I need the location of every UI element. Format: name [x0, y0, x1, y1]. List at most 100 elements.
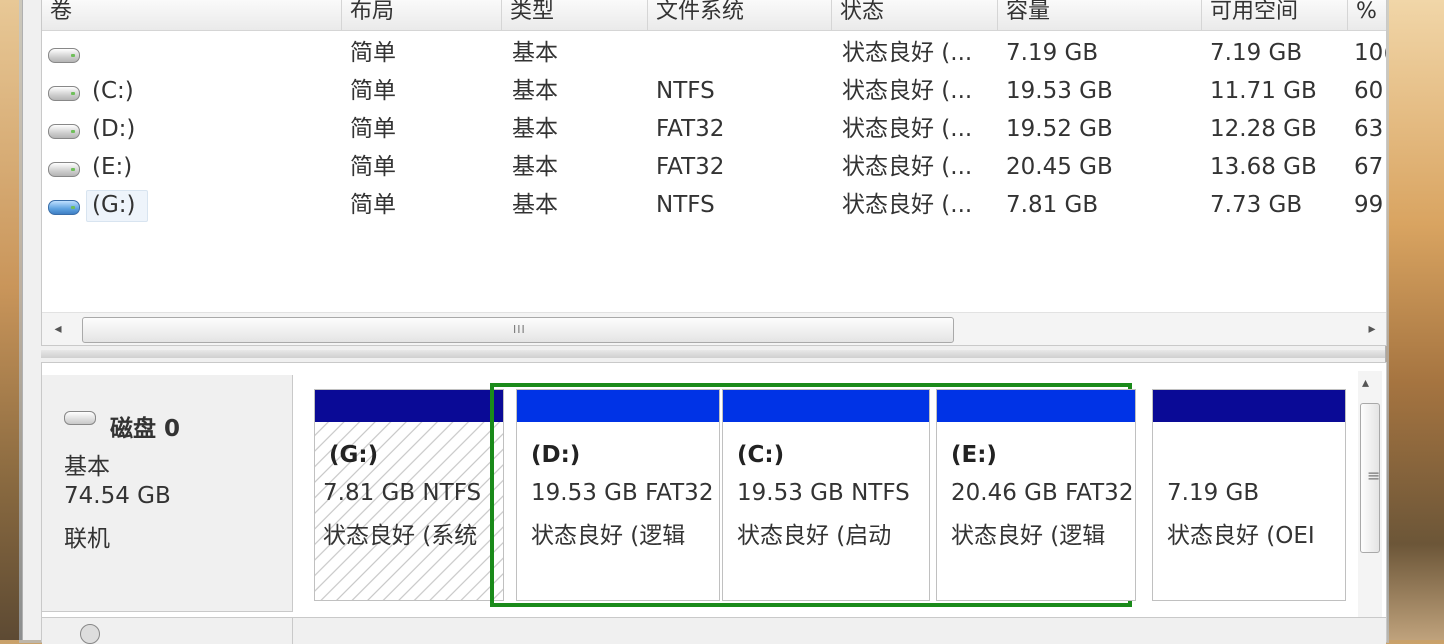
- partition-status: 状态良好 (逻辑: [951, 523, 1106, 549]
- type-cell: 基本: [512, 154, 558, 180]
- column-header-volume[interactable]: 卷: [42, 0, 342, 30]
- table-row[interactable]: (C:) 简单 基本 NTFS 状态良好 (... 19.53 GB 11.71…: [42, 72, 1386, 110]
- volume-name: (E:): [92, 154, 133, 180]
- drive-icon: [48, 162, 80, 177]
- column-header-capacity[interactable]: 容量: [998, 0, 1202, 30]
- capacity-cell: 20.45 GB: [1006, 154, 1113, 180]
- pane-splitter[interactable]: [41, 350, 1385, 358]
- status-cell: 状态良好 (...: [842, 116, 973, 142]
- disk-type: 基本: [64, 454, 110, 480]
- partition-oem[interactable]: 7.19 GB 状态良好 (OEI: [1152, 389, 1346, 601]
- filesystem-cell: FAT32: [656, 116, 725, 142]
- cd-drive-icon: [80, 624, 100, 644]
- disk-management-window: 卷 布局 类型 文件系统 状态 容量 可用空间 % 简单 基本 状态良好 (..…: [22, 0, 1387, 644]
- volume-list-header: 卷 布局 类型 文件系统 状态 容量 可用空间 %: [42, 0, 1386, 31]
- table-row[interactable]: 简单 基本 状态良好 (... 7.19 GB 7.19 GB 10(: [42, 34, 1386, 72]
- column-header-percent[interactable]: %: [1348, 0, 1386, 30]
- capacity-cell: 19.53 GB: [1006, 78, 1113, 104]
- capacity-cell: 19.52 GB: [1006, 116, 1113, 142]
- filesystem-cell: NTFS: [656, 192, 715, 218]
- percent-cell: 63: [1354, 116, 1384, 142]
- scroll-left-arrow-icon[interactable]: ◂: [48, 317, 68, 341]
- drive-icon: [48, 48, 80, 63]
- status-cell: 状态良好 (...: [842, 78, 973, 104]
- table-row[interactable]: (G:) 简单 基本 NTFS 状态良好 (... 7.81 GB 7.73 G…: [42, 186, 1386, 224]
- partition-status: 状态良好 (逻辑: [531, 523, 686, 549]
- filesystem-cell: NTFS: [656, 78, 715, 104]
- volume-list: 卷 布局 类型 文件系统 状态 容量 可用空间 % 简单 基本 状态良好 (..…: [41, 0, 1387, 346]
- scroll-right-arrow-icon[interactable]: ▸: [1362, 317, 1382, 341]
- volume-name: (D:): [92, 116, 136, 142]
- drive-icon: [48, 86, 80, 101]
- disk-title: 磁盘 0: [110, 416, 181, 442]
- layout-cell: 简单: [350, 116, 396, 142]
- status-cell: 状态良好 (...: [842, 192, 973, 218]
- capacity-cell: 7.81 GB: [1006, 192, 1099, 218]
- next-disk-info[interactable]: [42, 618, 293, 644]
- logical-drive-bar: [723, 390, 929, 422]
- type-cell: 基本: [512, 78, 558, 104]
- volume-name: (G:): [92, 192, 136, 218]
- disk-size: 74.54 GB: [64, 483, 171, 509]
- partition-name: (D:): [531, 442, 581, 468]
- layout-cell: 简单: [350, 78, 396, 104]
- percent-cell: 60: [1354, 78, 1384, 104]
- percent-cell: 67: [1354, 154, 1384, 180]
- horizontal-scrollbar[interactable]: ◂ III ▸: [42, 312, 1386, 345]
- column-header-status[interactable]: 状态: [832, 0, 998, 30]
- layout-cell: 简单: [350, 154, 396, 180]
- partition-c[interactable]: (C:) 19.53 GB NTFS 状态良好 (启动: [722, 389, 930, 601]
- scroll-up-arrow-icon[interactable]: ▴: [1362, 375, 1369, 391]
- scrollbar-grip-icon: ≡: [1367, 466, 1381, 485]
- type-cell: 基本: [512, 192, 558, 218]
- partition-d[interactable]: (D:) 19.53 GB FAT32 状态良好 (逻辑: [516, 389, 720, 601]
- column-header-free-space[interactable]: 可用空间: [1202, 0, 1348, 30]
- scrollbar-grip-icon: III: [513, 323, 526, 336]
- partition-status: 状态良好 (OEI: [1167, 523, 1315, 549]
- primary-partition-bar: [315, 390, 503, 422]
- partition-size: 20.46 GB FAT32: [951, 480, 1134, 506]
- drive-icon: [48, 124, 80, 139]
- type-cell: 基本: [512, 116, 558, 142]
- partition-name: (E:): [951, 442, 997, 468]
- disk-state: 联机: [64, 526, 110, 552]
- partition-status: 状态良好 (系统: [323, 523, 478, 549]
- free-space-cell: 11.71 GB: [1210, 78, 1317, 104]
- disk-icon: [64, 411, 96, 425]
- percent-cell: 99: [1354, 192, 1384, 218]
- column-header-layout[interactable]: 布局: [342, 0, 502, 30]
- partition-size: 19.53 GB NTFS: [737, 480, 910, 506]
- partition-g[interactable]: (G:) 7.81 GB NTFS 状态良好 (系统: [314, 389, 504, 601]
- scrollbar-thumb[interactable]: ≡: [1360, 403, 1380, 553]
- scrollbar-thumb[interactable]: III: [82, 317, 954, 343]
- partition-status: 状态良好 (启动: [737, 523, 892, 549]
- status-cell: 状态良好 (...: [842, 154, 973, 180]
- free-space-cell: 12.28 GB: [1210, 116, 1317, 142]
- free-space-cell: 13.68 GB: [1210, 154, 1317, 180]
- status-cell: 状态良好 (...: [842, 40, 973, 66]
- disk-map: 磁盘 0 基本 74.54 GB 联机 (G:) 7.81 GB NTFS 状态…: [41, 362, 1387, 644]
- column-header-filesystem[interactable]: 文件系统: [648, 0, 832, 30]
- table-row[interactable]: (D:) 简单 基本 FAT32 状态良好 (... 19.52 GB 12.2…: [42, 110, 1386, 148]
- vertical-scrollbar[interactable]: ▴ ≡: [1358, 371, 1382, 629]
- primary-partition-bar: [1153, 390, 1345, 422]
- capacity-cell: 7.19 GB: [1006, 40, 1099, 66]
- partition-size: 19.53 GB FAT32: [531, 480, 714, 506]
- free-space-cell: 7.73 GB: [1210, 192, 1303, 218]
- partition-size: 7.81 GB NTFS: [323, 480, 482, 506]
- free-space-cell: 7.19 GB: [1210, 40, 1303, 66]
- layout-cell: 简单: [350, 192, 396, 218]
- partition-e[interactable]: (E:) 20.46 GB FAT32 状态良好 (逻辑: [936, 389, 1136, 601]
- partition-name: (G:): [329, 442, 379, 468]
- partition-size: 7.19 GB: [1167, 480, 1260, 506]
- disk-0-info[interactable]: 磁盘 0 基本 74.54 GB 联机: [42, 375, 293, 612]
- layout-cell: 简单: [350, 40, 396, 66]
- filesystem-cell: FAT32: [656, 154, 725, 180]
- table-row[interactable]: (E:) 简单 基本 FAT32 状态良好 (... 20.45 GB 13.6…: [42, 148, 1386, 186]
- desktop-wallpaper-right: [1380, 0, 1444, 640]
- percent-cell: 10(: [1354, 40, 1386, 66]
- partition-name: (C:): [737, 442, 785, 468]
- column-header-type[interactable]: 类型: [502, 0, 648, 30]
- drive-icon: [48, 200, 80, 215]
- logical-drive-bar: [937, 390, 1135, 422]
